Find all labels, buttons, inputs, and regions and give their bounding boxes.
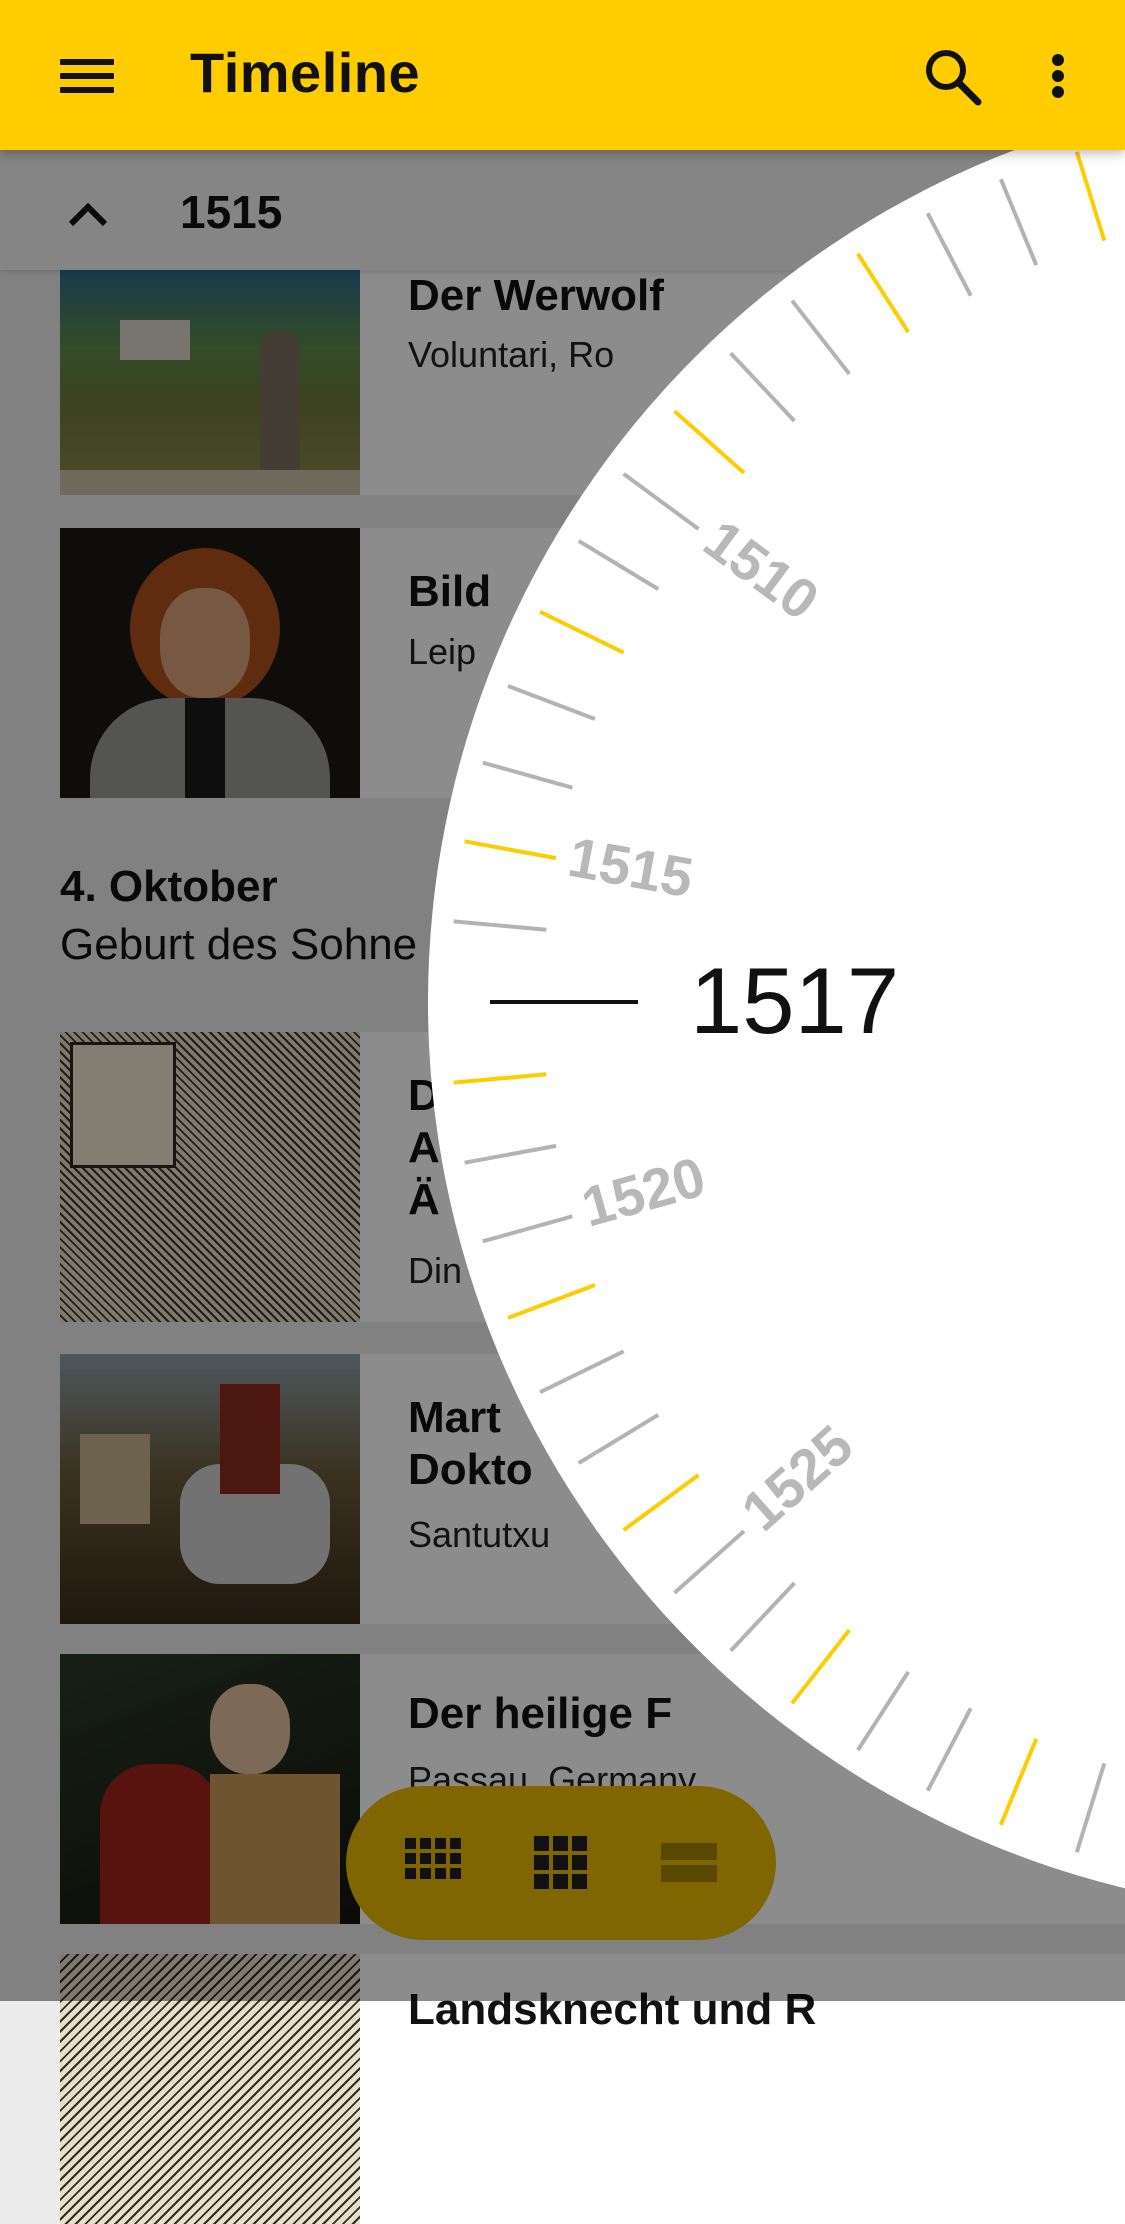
page-title: Timeline xyxy=(190,41,421,104)
app-bar: Timeline xyxy=(0,0,1125,150)
list-icon[interactable] xyxy=(659,1833,719,1893)
large-grid-icon[interactable] xyxy=(531,1833,591,1893)
more-vert-icon[interactable] xyxy=(1030,40,1086,110)
menu-icon[interactable] xyxy=(52,45,122,105)
view-mode-switcher xyxy=(346,1786,776,1940)
scrim-overlay[interactable] xyxy=(0,150,1125,2001)
search-icon[interactable] xyxy=(918,42,988,112)
small-grid-icon[interactable] xyxy=(403,1833,463,1893)
